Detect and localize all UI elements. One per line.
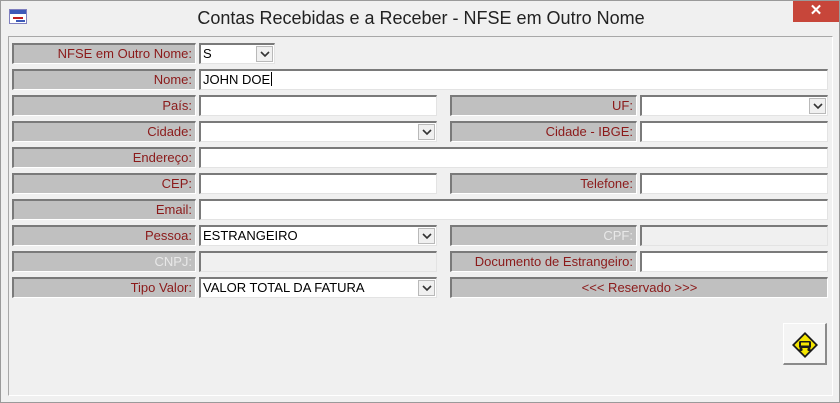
nfse-outro-nome-select[interactable]: S [199,43,275,64]
cep-input[interactable] [199,173,437,194]
tipo-valor-value: VALOR TOTAL DA FATURA [203,280,365,295]
chevron-down-icon [422,233,432,240]
email-input[interactable] [199,199,828,220]
pais-label: País: [12,95,196,116]
tipo-valor-dropdown-button[interactable] [418,280,435,296]
cpf-input [640,225,828,246]
endereco-input[interactable] [199,147,828,168]
documento-estrangeiro-input[interactable] [640,251,828,272]
cnpj-input [199,251,437,272]
telefone-label: Telefone: [450,173,637,194]
cidade-label: Cidade: [12,121,196,142]
reservado-label: <<< Reservado >>> [450,277,828,298]
uf-select[interactable] [640,95,828,116]
cpf-label: CPF: [450,225,637,246]
pessoa-select[interactable]: ESTRANGEIRO [199,225,437,246]
chevron-down-icon [422,129,432,136]
chevron-down-icon [260,51,270,58]
chevron-down-icon [813,103,823,110]
window: Contas Recebidas e a Receber - NFSE em O… [0,0,840,403]
close-button[interactable]: ✕ [793,1,839,22]
endereco-label: Endereço: [12,147,196,168]
nome-input[interactable]: JOHN DOE [199,69,828,90]
road-sign-button[interactable] [783,323,827,365]
telefone-input[interactable] [640,173,828,194]
cep-label: CEP: [12,173,196,194]
documento-estrangeiro-label: Documento de Estrangeiro: [450,251,637,272]
nfse-outro-nome-label: NFSE em Outro Nome: [12,43,196,64]
pessoa-dropdown-button[interactable] [418,228,435,244]
cidade-dropdown-button[interactable] [418,124,435,140]
road-sign-icon [792,332,818,358]
nfse-dropdown-button[interactable] [256,46,273,62]
cnpj-label: CNPJ: [12,251,196,272]
uf-label: UF: [450,95,637,116]
form-body: NFSE em Outro Nome: S Nome: JOHN DOE Paí… [8,36,833,396]
email-label: Email: [12,199,196,220]
tipo-valor-label: Tipo Valor: [12,277,196,298]
nfse-outro-nome-value: S [203,46,212,61]
tipo-valor-select[interactable]: VALOR TOTAL DA FATURA [199,277,437,298]
cidade-ibge-label: Cidade - IBGE: [450,121,637,142]
close-icon: ✕ [809,2,823,19]
text-cursor [271,72,273,86]
cidade-ibge-input[interactable] [640,121,828,142]
pais-input[interactable] [199,95,437,116]
cidade-select[interactable] [199,121,437,142]
uf-dropdown-button[interactable] [809,98,826,114]
chevron-down-icon [422,285,432,292]
title-bar: Contas Recebidas e a Receber - NFSE em O… [1,1,839,35]
nome-label: Nome: [12,69,196,90]
pessoa-label: Pessoa: [12,225,196,246]
nome-value: JOHN DOE [203,72,271,87]
window-title: Contas Recebidas e a Receber - NFSE em O… [197,8,645,28]
pessoa-value: ESTRANGEIRO [203,228,298,243]
